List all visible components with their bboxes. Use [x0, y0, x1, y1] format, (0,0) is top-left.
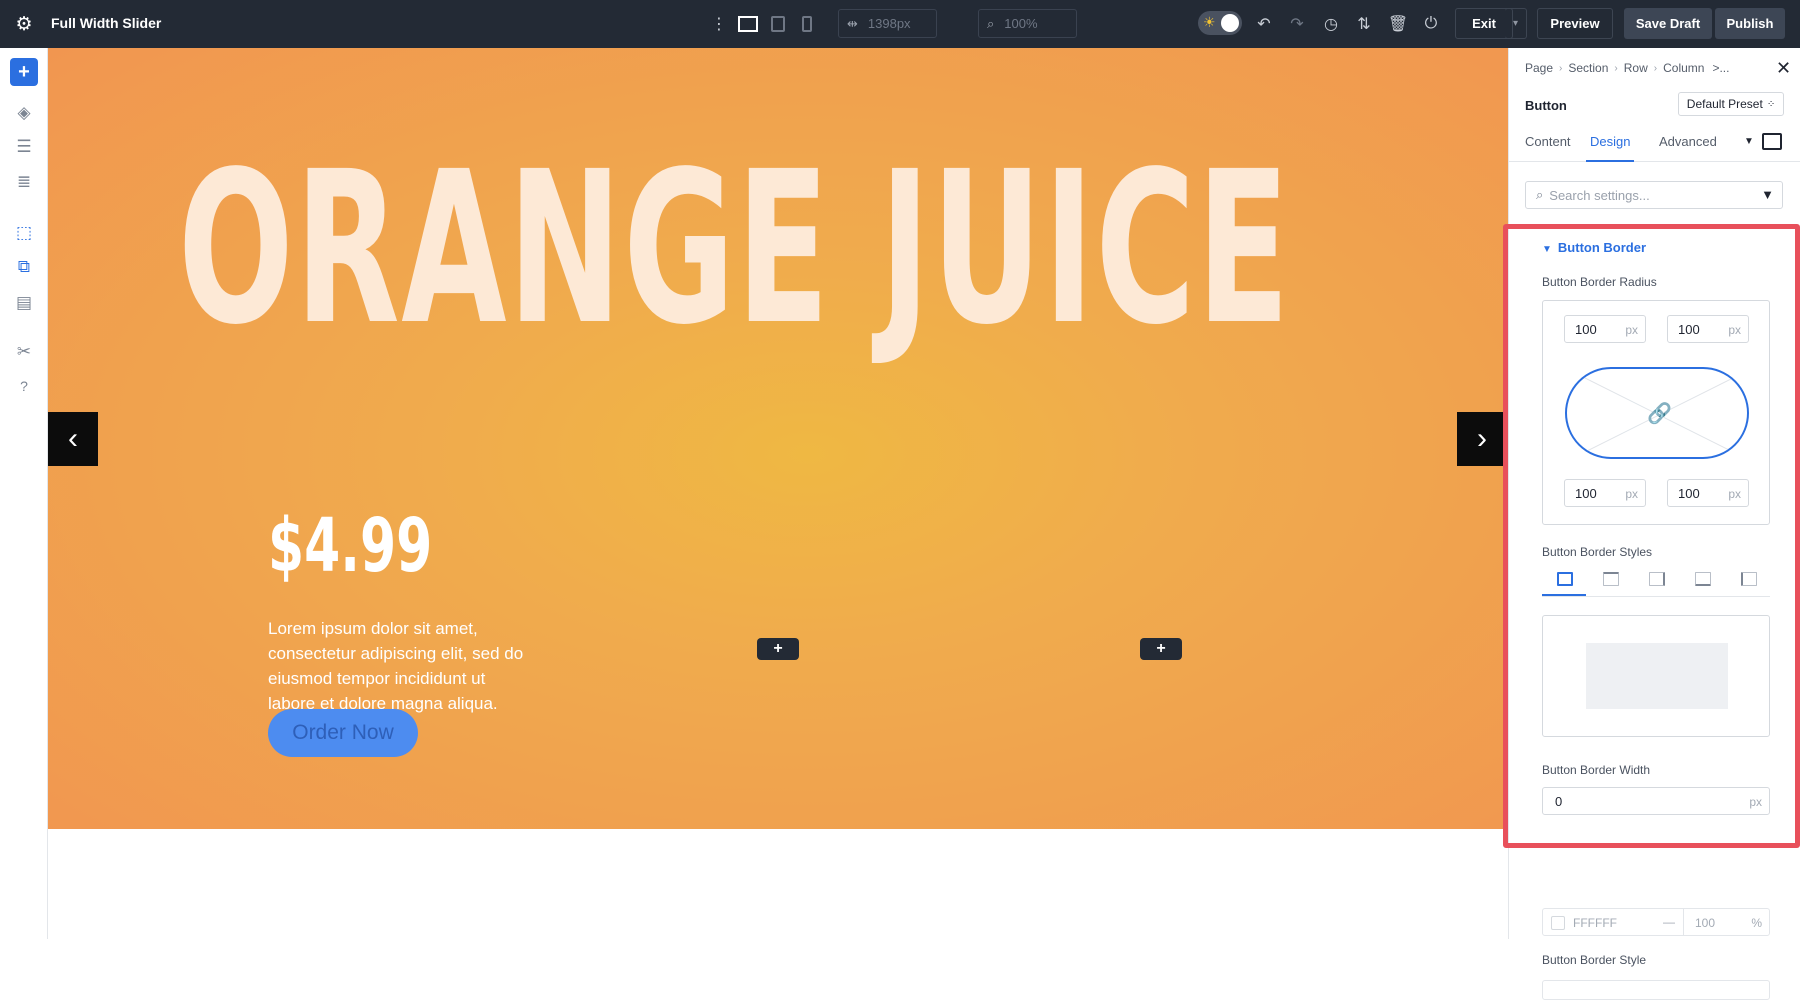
color-opacity[interactable]: 100 — [1695, 916, 1715, 930]
save-draft-button[interactable]: Save Draft — [1624, 8, 1712, 39]
color-swatch[interactable] — [1551, 916, 1565, 930]
help-icon[interactable]: ? — [11, 374, 37, 398]
filter-icon[interactable]: ▼ — [1761, 187, 1774, 202]
top-bar: ⚙ Full Width Slider ⋮ ⇹ 1398px ⌕ 100% ☀ … — [0, 0, 1800, 48]
multi-click-icon[interactable]: ⧉ — [11, 255, 37, 279]
kebab-icon[interactable]: ⋮ — [708, 13, 730, 35]
chevron-down-icon[interactable]: ▼ — [1744, 136, 1754, 147]
redo-icon[interactable]: ↷ — [1286, 13, 1308, 35]
toggle-knob — [1221, 14, 1239, 32]
opacity-unit: % — [1751, 916, 1762, 930]
publish-button[interactable]: Publish — [1715, 8, 1785, 39]
tab-design[interactable]: Design — [1586, 134, 1634, 162]
panel-tabs: Content Design Advanced ▼ — [1509, 128, 1800, 162]
tab-advanced[interactable]: Advanced — [1659, 134, 1717, 162]
search-icon: ⌕ — [1536, 187, 1543, 203]
zoom-field[interactable]: ⌕ 100% — [978, 9, 1077, 38]
view-mode-icon[interactable] — [1762, 133, 1782, 150]
undo-icon[interactable]: ↶ — [1253, 13, 1275, 35]
preset-dropdown[interactable]: Default Preset ⁘ — [1678, 92, 1784, 116]
slider-prev-arrow[interactable]: ‹ — [48, 412, 98, 466]
layout-icon[interactable]: ≣ — [11, 170, 37, 194]
add-icon[interactable]: + — [10, 58, 38, 86]
theme-toggle[interactable]: ☀ — [1198, 11, 1242, 35]
history-icon[interactable]: ◷ — [1320, 13, 1342, 35]
color-dash: — — [1663, 915, 1675, 929]
width-icon: ⇹ — [847, 16, 858, 32]
add-module-button[interactable]: + — [1140, 638, 1182, 660]
width-value: 1398px — [868, 16, 911, 31]
highlight-frame — [1503, 224, 1800, 848]
slider-next-arrow[interactable]: › — [1457, 412, 1507, 466]
page-title: Full Width Slider — [51, 15, 161, 31]
trash-icon[interactable]: 🗑 — [1387, 13, 1409, 35]
border-color-row[interactable]: FFFFFF — 100 % — [1542, 908, 1770, 936]
color-hex[interactable]: FFFFFF — [1573, 916, 1617, 930]
exit-dropdown-icon[interactable]: ▾ — [1505, 8, 1527, 39]
search-placeholder: Search settings... — [1549, 188, 1649, 203]
sun-icon: ☀ — [1203, 14, 1216, 31]
left-rail: + ◈ ☰ ≣ ⬚ ⧉ ▤ ✂ ? — [0, 48, 48, 939]
gear-icon[interactable]: ⚙ — [14, 14, 34, 34]
canvas: ORANGE JUICE $4.99 Lorem ipsum dolor sit… — [48, 48, 1508, 939]
layers-icon[interactable]: ◈ — [11, 101, 37, 125]
close-icon[interactable]: ✕ — [1776, 58, 1791, 79]
sort-icon[interactable]: ⇅ — [1353, 13, 1375, 35]
full-width-slider[interactable]: ORANGE JUICE $4.99 Lorem ipsum dolor sit… — [48, 48, 1508, 829]
border-style-label: Button Border Style — [1542, 953, 1646, 967]
order-now-button[interactable]: Order Now — [268, 709, 418, 757]
width-field[interactable]: ⇹ 1398px — [838, 9, 937, 38]
slide-headline[interactable]: ORANGE JUICE — [178, 144, 1042, 354]
preset-grid-icon: ⁘ — [1767, 99, 1775, 110]
tablet-icon[interactable] — [767, 13, 789, 35]
slide-body[interactable]: Lorem ipsum dolor sit amet, consectetur … — [268, 616, 533, 716]
add-module-button[interactable]: + — [757, 638, 799, 660]
search-settings[interactable]: ⌕ Search settings... ▼ — [1525, 181, 1783, 209]
breadcrumb-section[interactable]: Section — [1568, 61, 1608, 75]
theme-builder-icon[interactable]: ▤ — [11, 291, 37, 315]
divider — [1683, 909, 1684, 935]
power-icon[interactable]: ⏻ — [1420, 13, 1442, 35]
tools-icon[interactable]: ✂ — [11, 340, 37, 364]
breadcrumb-page[interactable]: Page — [1525, 61, 1553, 75]
phone-icon[interactable] — [796, 13, 818, 35]
breadcrumb-row[interactable]: Row — [1624, 61, 1648, 75]
preview-button[interactable]: Preview — [1537, 8, 1613, 39]
desktop-icon[interactable] — [737, 13, 759, 35]
database-icon[interactable]: ☰ — [11, 135, 37, 159]
click-icon[interactable]: ⬚ — [11, 221, 37, 245]
zoom-icon: ⌕ — [987, 16, 994, 32]
tab-content[interactable]: Content — [1525, 134, 1571, 162]
breadcrumb: Page› Section› Row› Column >... — [1525, 61, 1729, 75]
breadcrumb-column[interactable]: Column — [1663, 61, 1704, 75]
slide-price[interactable]: $4.99 — [268, 503, 432, 589]
breadcrumb-more[interactable]: >... — [1712, 61, 1729, 75]
preset-label: Default Preset — [1687, 97, 1763, 111]
border-style-select[interactable] — [1542, 980, 1770, 1000]
zoom-value: 100% — [1004, 16, 1037, 31]
module-name: Button — [1525, 98, 1567, 113]
